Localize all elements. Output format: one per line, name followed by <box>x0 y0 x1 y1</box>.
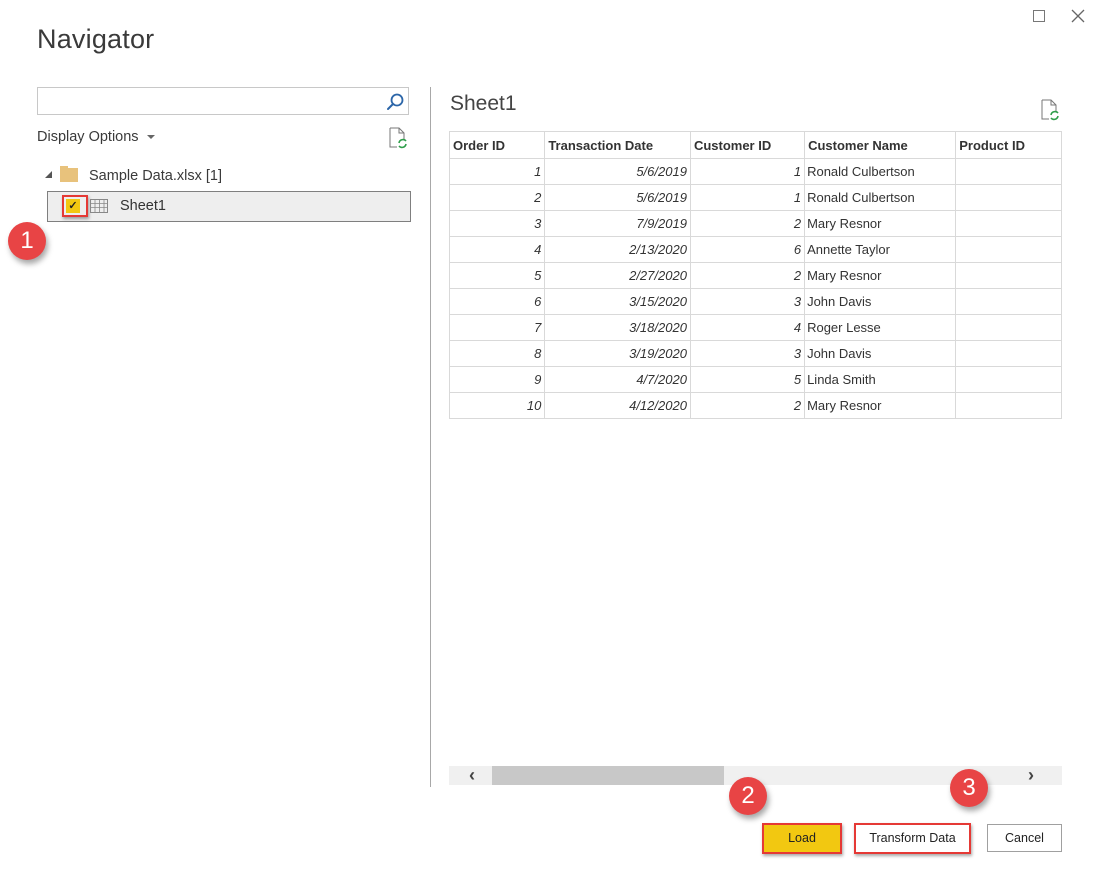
transform-data-button[interactable]: Transform Data <box>854 823 971 854</box>
cancel-button[interactable]: Cancel <box>987 824 1062 852</box>
refresh-preview-icon[interactable] <box>1041 99 1059 121</box>
display-options-dropdown[interactable]: Display Options <box>37 129 155 145</box>
tree-collapse-icon[interactable] <box>45 171 52 178</box>
load-button[interactable]: Load <box>762 823 842 854</box>
scroll-right-icon[interactable]: › <box>1028 766 1034 785</box>
scroll-left-icon[interactable]: ‹ <box>469 766 475 785</box>
table-cell: 3/18/2020 <box>544 314 691 341</box>
table-cell: 3/15/2020 <box>544 288 691 315</box>
table-cell: Mary Resnor <box>804 210 957 237</box>
table-row: 5 2/27/2020 2 Mary Resnor <box>449 262 1062 289</box>
preview-table: Order ID Transaction Date Customer ID Cu… <box>449 131 1062 419</box>
table-cell: 5 <box>689 366 806 393</box>
table-row: 7 3/18/2020 4 Roger Lesse <box>449 314 1062 341</box>
maximize-icon[interactable] <box>1033 10 1045 22</box>
column-header[interactable]: Product ID <box>955 131 1062 159</box>
table-icon <box>90 199 108 213</box>
table-cell: Linda Smith <box>804 366 957 393</box>
table-cell: 9 <box>449 366 546 393</box>
sheet1-checkbox[interactable]: ✓ <box>66 199 80 213</box>
table-cell: 3 <box>689 340 806 367</box>
table-cell: 5/6/2019 <box>544 184 691 211</box>
table-cell: 2 <box>449 184 546 211</box>
table-cell <box>955 392 1062 419</box>
table-header-row: Order ID Transaction Date Customer ID Cu… <box>449 131 1062 159</box>
preview-title: Sheet1 <box>450 92 517 115</box>
table-cell: 7/9/2019 <box>544 210 691 237</box>
table-cell <box>955 210 1062 237</box>
table-row: 6 3/15/2020 3 John Davis <box>449 288 1062 315</box>
preview-grid: Order ID Transaction Date Customer ID Cu… <box>449 131 1062 421</box>
table-cell: Roger Lesse <box>804 314 957 341</box>
scrollbar-thumb[interactable] <box>492 766 724 785</box>
table-cell <box>955 314 1062 341</box>
table-cell: 5 <box>449 262 546 289</box>
table-cell: 2/27/2020 <box>544 262 691 289</box>
table-cell: 2/13/2020 <box>544 236 691 263</box>
table-cell: 3 <box>689 288 806 315</box>
table-cell: Annette Taylor <box>804 236 957 263</box>
table-cell: 4 <box>449 236 546 263</box>
step-badge-3: 3 <box>950 769 988 807</box>
search-box[interactable] <box>37 87 409 115</box>
refresh-icon[interactable] <box>389 127 407 149</box>
step-badge-2: 2 <box>729 777 767 815</box>
table-row: 9 4/7/2020 5 Linda Smith <box>449 366 1062 393</box>
table-cell: 6 <box>449 288 546 315</box>
table-row: 1 5/6/2019 1 Ronald Culbertson <box>449 158 1062 185</box>
tree-file-label[interactable]: Sample Data.xlsx [1] <box>89 168 222 184</box>
table-row: 2 5/6/2019 1 Ronald Culbertson <box>449 184 1062 211</box>
search-input[interactable] <box>42 91 386 113</box>
table-cell: Mary Resnor <box>804 392 957 419</box>
table-cell: 8 <box>449 340 546 367</box>
step-badge-1: 1 <box>8 222 46 260</box>
table-cell <box>955 184 1062 211</box>
table-cell <box>955 288 1062 315</box>
table-cell <box>955 158 1062 185</box>
table-cell: 2 <box>689 210 806 237</box>
table-cell <box>955 262 1062 289</box>
sheet1-checkbox-highlight[interactable]: ✓ <box>62 195 88 217</box>
table-cell: 4/7/2020 <box>544 366 691 393</box>
panel-divider[interactable] <box>430 87 431 787</box>
table-cell: 10 <box>449 392 546 419</box>
table-cell: 2 <box>689 392 806 419</box>
table-cell: 7 <box>449 314 546 341</box>
table-row: 4 2/13/2020 6 Annette Taylor <box>449 236 1062 263</box>
table-cell: 3 <box>449 210 546 237</box>
tree-item-sheet1[interactable]: ✓ Sheet1 <box>47 191 411 222</box>
table-cell: 3/19/2020 <box>544 340 691 367</box>
table-cell: Ronald Culbertson <box>804 184 957 211</box>
table-cell: 6 <box>689 236 806 263</box>
column-header[interactable]: Order ID <box>449 131 546 159</box>
table-cell <box>955 236 1062 263</box>
table-cell: 1 <box>689 184 806 211</box>
table-cell: 1 <box>689 158 806 185</box>
folder-icon <box>60 166 78 182</box>
close-icon[interactable] <box>1070 8 1086 24</box>
table-cell: 5/6/2019 <box>544 158 691 185</box>
table-row: 3 7/9/2019 2 Mary Resnor <box>449 210 1062 237</box>
column-header[interactable]: Customer ID <box>689 131 806 159</box>
column-header[interactable]: Transaction Date <box>544 131 691 159</box>
display-options-label: Display Options <box>37 129 139 145</box>
search-icon[interactable] <box>385 92 405 112</box>
table-row: 8 3/19/2020 3 John Davis <box>449 340 1062 367</box>
table-cell: John Davis <box>804 288 957 315</box>
table-cell: John Davis <box>804 340 957 367</box>
chevron-down-icon <box>146 135 155 140</box>
table-cell <box>955 366 1062 393</box>
table-cell: 1 <box>449 158 546 185</box>
table-cell: Ronald Culbertson <box>804 158 957 185</box>
table-cell: Mary Resnor <box>804 262 957 289</box>
table-cell <box>955 340 1062 367</box>
table-cell: 4/12/2020 <box>544 392 691 419</box>
column-header[interactable]: Customer Name <box>804 131 957 159</box>
sheet1-label: Sheet1 <box>120 198 166 214</box>
table-row: 10 4/12/2020 2 Mary Resnor <box>449 392 1062 419</box>
table-cell: 2 <box>689 262 806 289</box>
dialog-title: Navigator <box>37 24 155 54</box>
table-cell: 4 <box>689 314 806 341</box>
